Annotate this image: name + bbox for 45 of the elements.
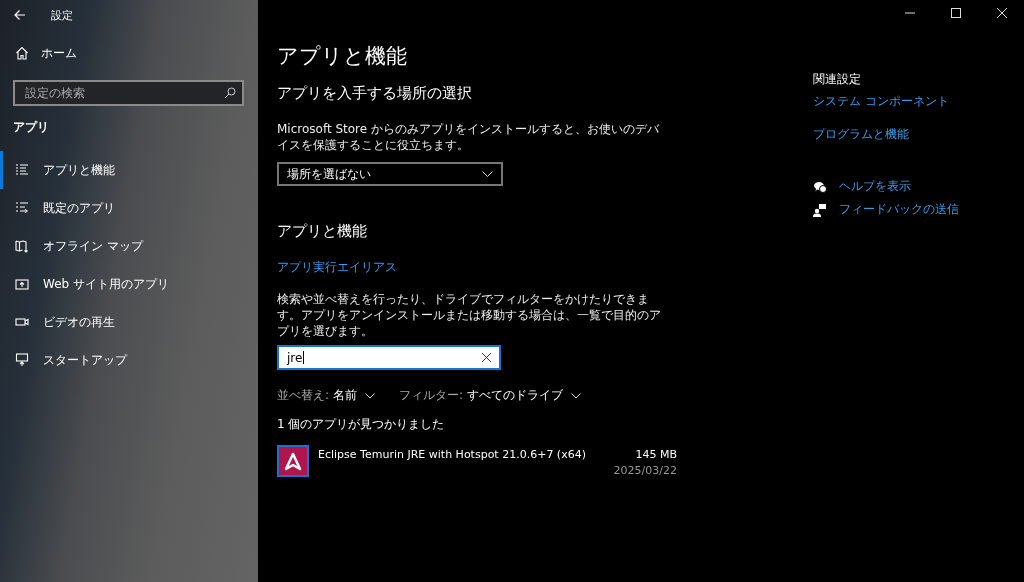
- sort-dropdown[interactable]: 並べ替え: 名前: [277, 387, 375, 404]
- list-icon: [15, 163, 29, 177]
- close-icon[interactable]: [997, 8, 1007, 18]
- source-dropdown[interactable]: 場所を選ばない: [277, 162, 503, 186]
- nav-item[interactable]: オフライン マップ: [0, 227, 258, 265]
- home-icon: [15, 46, 29, 60]
- video-icon: [15, 315, 29, 329]
- description-text: Microsoft Store からのみアプリをインストールすると、お使いのデバイスを保護することに役立ちます。: [277, 121, 660, 153]
- section-heading: アプリを入手する場所の選択: [277, 84, 473, 103]
- related-link[interactable]: プログラムと機能: [813, 126, 1013, 143]
- maximize-icon[interactable]: [951, 8, 961, 18]
- map-icon: [15, 239, 29, 253]
- chevron-down-icon: [570, 392, 581, 399]
- description-text: 検索や並べ替えを行ったり、ドライブでフィルターをかけたりできます。アプリをアンインストールまたは移動する場合は、一覧で目的のアプリを選びます。: [277, 291, 662, 339]
- nav-item[interactable]: 既定のアプリ: [0, 189, 258, 227]
- app-icon: [277, 445, 309, 477]
- app-search-field[interactable]: jre: [277, 345, 501, 370]
- related-heading: 関連設定: [813, 71, 862, 88]
- monitor-icon: [15, 353, 29, 367]
- nav-item[interactable]: Web サイト用のアプリ: [0, 265, 258, 303]
- nav-item[interactable]: ビデオの再生: [0, 303, 258, 341]
- home-link[interactable]: ホーム: [0, 30, 258, 64]
- window-title: 設定: [51, 7, 73, 23]
- search-field[interactable]: 設定の検索: [13, 80, 244, 106]
- filter-dropdown[interactable]: フィルター: すべてのドライブ: [398, 387, 581, 404]
- app-size: 145 MB: [635, 448, 677, 461]
- nav-item[interactable]: スタートアップ: [0, 341, 258, 379]
- list-arrow-icon: [15, 201, 29, 215]
- related-link[interactable]: システム コンポーネント: [813, 93, 1013, 110]
- back-icon[interactable]: [14, 9, 26, 21]
- clear-icon[interactable]: [482, 353, 491, 362]
- help-link[interactable]: フィードバックの送信: [839, 201, 959, 218]
- section-heading: アプリと機能: [277, 222, 368, 241]
- chevron-down-icon: [364, 392, 375, 399]
- help-link[interactable]: ヘルプを表示: [839, 178, 911, 195]
- section-heading: アプリ: [12, 119, 50, 136]
- app-row[interactable]: Eclipse Temurin JRE with Hotspot 21.0.6+7 (x64) 145 MB 2025/03/22: [277, 445, 677, 477]
- help-chat-icon: [813, 179, 827, 194]
- result-count: 1 個のアプリが見つかりました: [277, 416, 446, 433]
- chevron-down-icon: [482, 171, 493, 177]
- alias-link[interactable]: アプリ実行エイリアス: [277, 259, 677, 276]
- search-icon: [224, 87, 236, 99]
- install-date: 2025/03/22: [613, 464, 677, 477]
- feedback-icon: [813, 202, 827, 217]
- page-title: アプリと機能: [277, 43, 408, 70]
